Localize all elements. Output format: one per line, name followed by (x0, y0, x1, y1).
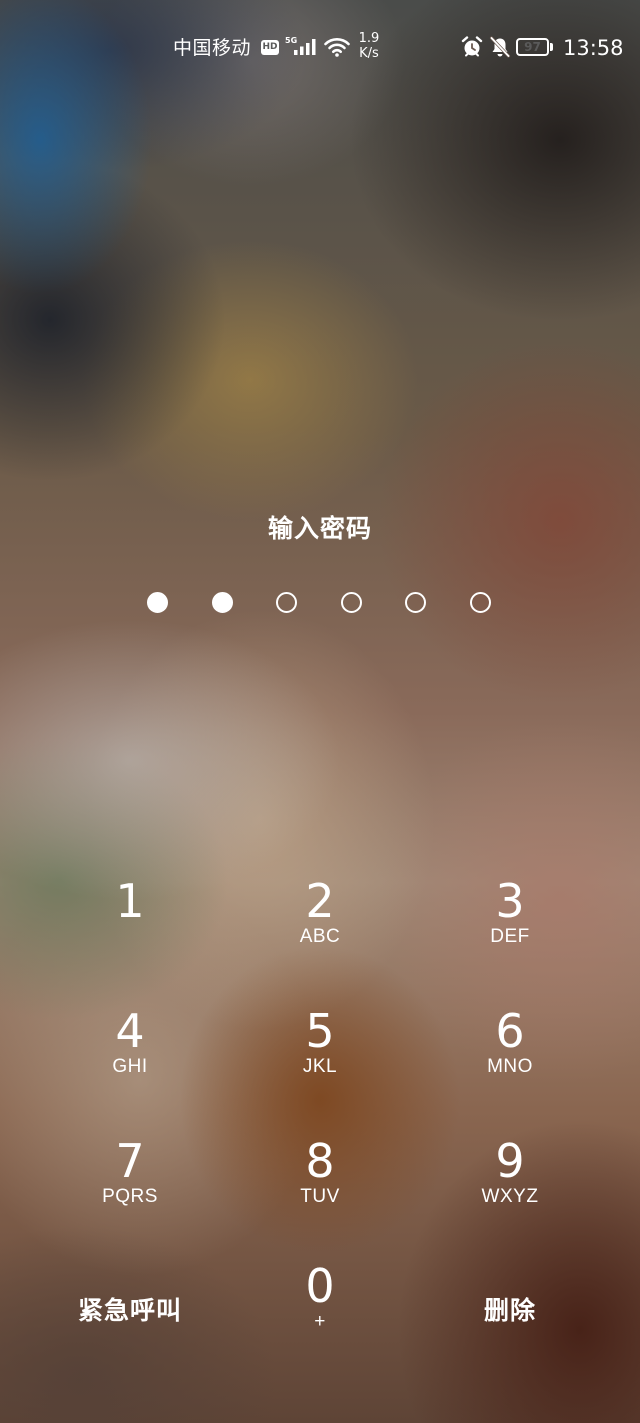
key-letters: TUV (300, 1186, 340, 1207)
key-digit: 0 (305, 1259, 335, 1313)
key-digit: 9 (495, 1134, 525, 1188)
status-bar: 中国移动 HD 5G 1.9 K/s 97 13:58 (0, 0, 640, 96)
hd-icon: HD (261, 40, 279, 55)
mute-icon (489, 36, 511, 58)
carrier-name: 中国移动 (173, 37, 252, 59)
key-digit: 3 (495, 874, 525, 928)
key-7[interactable]: 7 PQRS (35, 1120, 225, 1230)
pin-dot-filled (147, 592, 168, 613)
key-4[interactable]: 4 GHI (35, 990, 225, 1100)
key-0[interactable]: 0 + (225, 1245, 415, 1355)
pin-dot-empty (276, 592, 298, 613)
key-3[interactable]: 3 DEF (415, 860, 605, 970)
key-5[interactable]: 5 JKL (225, 990, 415, 1100)
pin-dot-filled (211, 592, 233, 613)
key-letters: + (314, 1311, 326, 1332)
key-letters: GHI (112, 1056, 148, 1077)
key-letters: DEF (490, 926, 530, 947)
key-letters: WXYZ (481, 1186, 539, 1207)
numeric-keypad: 1 2 ABC 3 DEF 4 GHI 5 JKL 6 MNO 7 PQRS 8… (0, 860, 640, 1380)
key-2[interactable]: 2 ABC (225, 860, 415, 970)
key-digit: 2 (305, 874, 335, 928)
net-speed-unit: K/s (359, 46, 379, 61)
battery-icon: 97 (516, 38, 554, 56)
key-digit: 6 (495, 1004, 525, 1058)
password-prompt: 输入密码 (267, 514, 372, 543)
pin-dot-empty (340, 592, 362, 613)
key-8[interactable]: 8 TUV (225, 1120, 415, 1230)
key-letters: ABC (299, 926, 341, 947)
pin-dot-empty (405, 592, 427, 613)
key-digit: 1 (115, 874, 145, 928)
battery-cap (550, 43, 553, 51)
key-letters: PQRS (102, 1186, 158, 1207)
key-9[interactable]: 9 WXYZ (415, 1120, 605, 1230)
battery-level: 97 (524, 40, 541, 54)
emergency-call-label: 紧急呼叫 (77, 1296, 182, 1325)
key-6[interactable]: 6 MNO (415, 990, 605, 1100)
key-1[interactable]: 1 (35, 860, 225, 970)
key-digit: 7 (115, 1134, 145, 1188)
status-time: 13:58 (563, 36, 624, 60)
delete-button[interactable]: 删除 (415, 1245, 605, 1355)
key-letters: MNO (487, 1056, 533, 1077)
wifi-icon (324, 38, 350, 57)
network-speed: 1.9 K/s (354, 31, 384, 61)
pin-dot-empty (470, 592, 491, 613)
pin-indicator (0, 590, 640, 616)
key-letters: JKL (302, 1056, 338, 1077)
emergency-call-button[interactable]: 紧急呼叫 (35, 1245, 225, 1355)
key-digit: 4 (115, 1004, 145, 1058)
delete-label: 删除 (483, 1296, 536, 1325)
signal-icon: 5G (285, 36, 319, 58)
alarm-icon (461, 36, 483, 57)
key-digit: 5 (305, 1004, 335, 1058)
key-digit: 8 (305, 1134, 335, 1188)
net-speed-value: 1.9 (358, 31, 380, 46)
